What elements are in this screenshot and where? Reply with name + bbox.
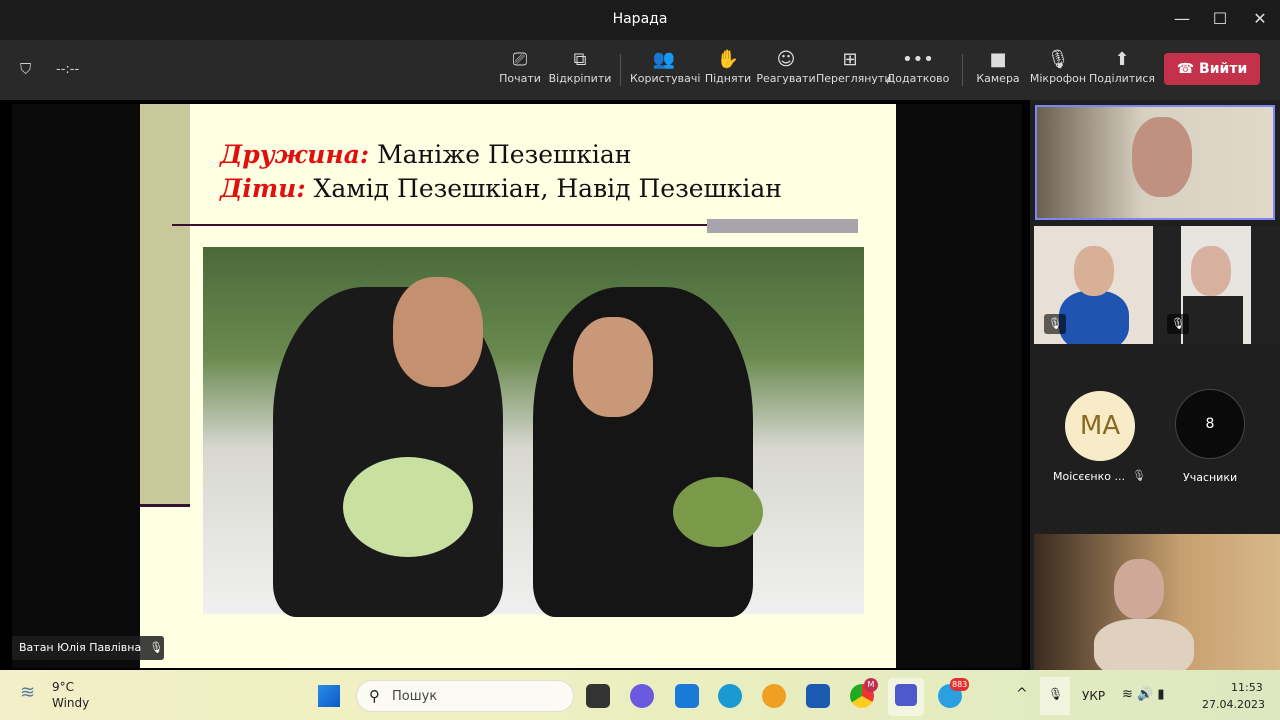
- slide-line-children: Діти: Хамід Пезешкіан, Навід Пезешкіан: [220, 174, 782, 203]
- start-button[interactable]: [318, 685, 340, 707]
- divider: [620, 54, 621, 86]
- more-icon: •••: [902, 49, 934, 70]
- button-label: Переглянути: [816, 72, 892, 85]
- weather-icon: ≋: [20, 682, 36, 703]
- button-label: Відкріпити: [548, 72, 612, 85]
- mic-off-icon: 🎙: [1132, 469, 1146, 482]
- leave-button[interactable]: ☎ Вийти: [1164, 53, 1260, 85]
- teams-chat-icon[interactable]: [630, 684, 654, 708]
- chrome-icon[interactable]: M: [850, 678, 878, 708]
- slide-line-spouse: Дружина: Маніже Пезешкіан: [220, 140, 632, 169]
- mic-off-tray-icon[interactable]: 🎙: [1040, 677, 1070, 715]
- wifi-volume-battery-icons[interactable]: ≋ 🔊 ▮: [1122, 687, 1165, 702]
- more-button[interactable]: ••• Додатково: [884, 48, 952, 85]
- slide-decor-bar: [140, 104, 190, 504]
- start-share-icon: ⎚: [512, 49, 528, 70]
- telegram-icon[interactable]: 883: [938, 678, 970, 708]
- video-tile[interactable]: 🎙: [1153, 226, 1280, 344]
- button-label: Користувачі: [630, 72, 701, 85]
- mic-off-icon: 🎙: [149, 641, 164, 654]
- button-label: Реагувати: [756, 72, 816, 85]
- mic-off-icon: 🎙: [1044, 314, 1066, 334]
- video-tile-active-speaker[interactable]: [1035, 105, 1275, 220]
- search-icon: ⚲: [369, 687, 380, 705]
- view-grid-button[interactable]: ⊞ Переглянути: [816, 48, 891, 85]
- smiley-button[interactable]: ☺ Реагувати: [752, 48, 820, 85]
- mic-off-button[interactable]: 🎙 Мікрофон: [1024, 48, 1092, 85]
- view-grid-icon: ⊞: [842, 49, 858, 70]
- weather-temp[interactable]: 9°C: [52, 680, 74, 694]
- clock-time[interactable]: 11:53: [1231, 681, 1263, 694]
- participants-label: Учасники: [1183, 471, 1238, 484]
- vpn-icon[interactable]: [762, 684, 786, 708]
- share-button[interactable]: ⬆ Поділитися: [1088, 48, 1156, 85]
- close-button[interactable]: ✕: [1248, 8, 1272, 32]
- teams-icon: [895, 684, 917, 706]
- button-label: Камера: [976, 72, 1020, 85]
- meeting-toolbar: ⛉ --:-- ⎚ Почати ⧉ Відкріпити 👥 Користувачі ✋ П…: [0, 40, 1280, 100]
- button-label: Підняти: [704, 72, 752, 85]
- participant-count-button[interactable]: 8: [1175, 389, 1245, 459]
- video-tile[interactable]: [1034, 534, 1280, 670]
- edge-icon[interactable]: [718, 684, 742, 708]
- avatar[interactable]: MA: [1065, 391, 1135, 461]
- start-share-button[interactable]: ⎚ Почати: [486, 48, 554, 85]
- slide-divider: [140, 504, 190, 507]
- task-view-icon[interactable]: [586, 684, 610, 708]
- phone-hangup-icon: ☎: [1176, 61, 1200, 77]
- presentation-slide: Дружина: Маніже Пезешкіан Діти: Хамід Пе…: [140, 104, 896, 668]
- button-label: Поділитися: [1088, 72, 1156, 85]
- window-title: Нарада: [612, 11, 668, 27]
- slide-photo: [203, 247, 864, 617]
- camera-button[interactable]: ■ Камера: [964, 48, 1032, 85]
- smiley-icon: ☺: [776, 49, 796, 70]
- meeting-timer: --:--: [56, 62, 80, 77]
- teams-taskbar-button[interactable]: [888, 678, 924, 716]
- mail-icon[interactable]: [675, 684, 699, 708]
- mic-off-icon: 🎙: [1167, 314, 1189, 334]
- divider: [962, 54, 963, 86]
- clock-date[interactable]: 27.04.2023: [1202, 698, 1265, 711]
- weather-desc[interactable]: Windy: [52, 696, 89, 710]
- people-icon: 👥: [652, 49, 676, 70]
- button-label: Почати: [499, 72, 541, 85]
- mic-off-icon: 🎙: [1046, 49, 1070, 70]
- chevron-up-icon[interactable]: ^: [1016, 686, 1028, 702]
- button-label: Мікрофон: [1029, 72, 1087, 85]
- maximize-button[interactable]: ☐: [1208, 8, 1232, 32]
- presenter-name-label: Ватан Юлія Павлівна 🎙: [12, 636, 164, 660]
- slide-decor-block: [707, 219, 858, 233]
- participant-name: Мoіcєєнко ...: [1053, 470, 1125, 483]
- camera-icon: ■: [989, 49, 1007, 70]
- store-icon[interactable]: [806, 684, 830, 708]
- minimize-button[interactable]: —: [1170, 8, 1194, 32]
- people-button[interactable]: 👥 Користувачі: [630, 48, 701, 85]
- search-box[interactable]: ⚲ Пошук: [356, 680, 574, 712]
- pop-out-icon: ⧉: [573, 49, 587, 70]
- video-tile[interactable]: 🎙: [1034, 226, 1153, 344]
- search-placeholder: Пошук: [392, 689, 438, 704]
- title-bar: Нарада — ☐ ✕: [0, 0, 1280, 40]
- pop-out-button[interactable]: ⧉ Відкріпити: [546, 48, 614, 85]
- language-indicator[interactable]: УКР: [1082, 689, 1105, 703]
- share-icon: ⬆: [1114, 49, 1130, 70]
- button-label: Додатково: [886, 72, 950, 85]
- shield-icon: ⛉: [20, 60, 32, 78]
